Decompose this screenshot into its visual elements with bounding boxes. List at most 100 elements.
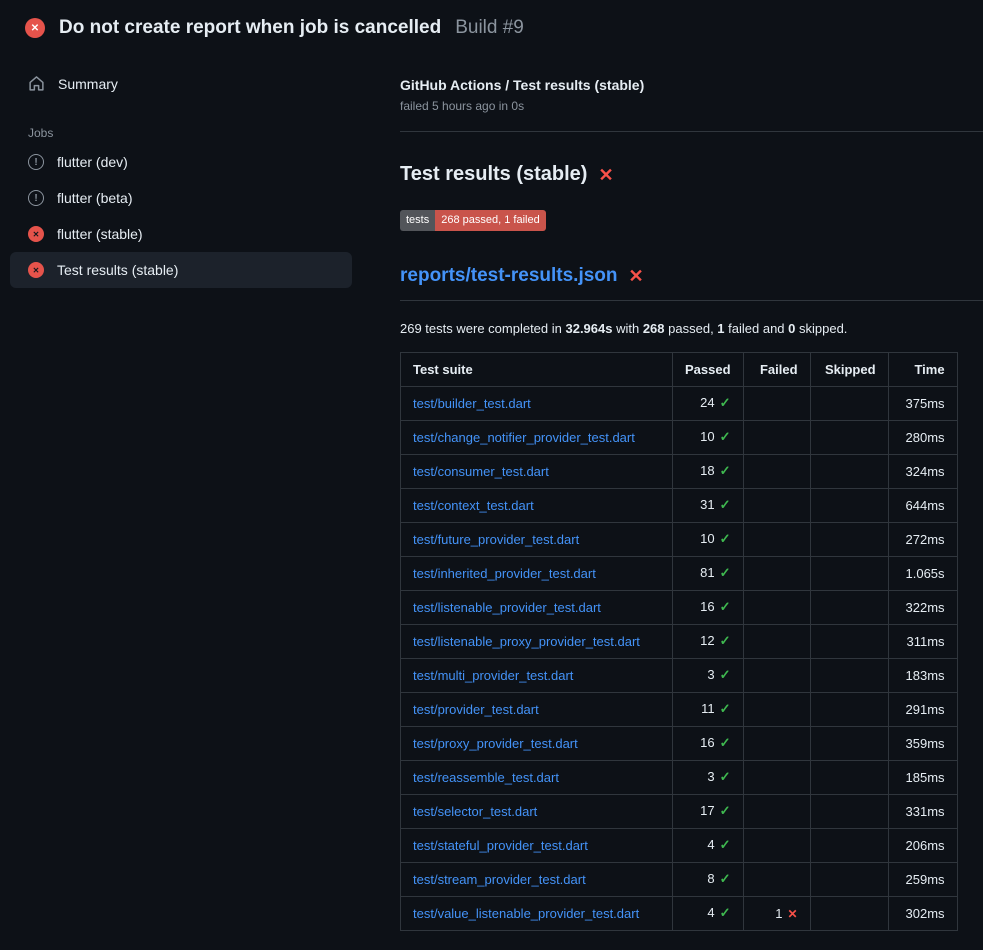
check-icon: ✓	[720, 463, 731, 478]
sidebar-item-summary[interactable]: Summary	[10, 65, 352, 102]
check-icon: ✓	[720, 429, 731, 444]
check-icon: ✓	[720, 565, 731, 580]
suite-link[interactable]: test/future_provider_test.dart	[413, 532, 579, 547]
exclamation-glyph: !	[34, 193, 37, 204]
passed-cell: 8✓	[673, 862, 744, 896]
time-cell: 322ms	[888, 590, 957, 624]
time-cell: 375ms	[888, 386, 957, 420]
jobs-heading: Jobs	[28, 126, 352, 140]
passed-count: 4	[707, 837, 714, 852]
passed-cell: 18 ✓	[673, 454, 744, 488]
sidebar-item-flutter-beta[interactable]: ! flutter (beta)	[10, 180, 352, 216]
check-icon: ✓	[720, 497, 731, 512]
passed-cell: 10✓	[673, 420, 744, 454]
suite-cell: test/provider_test.dart	[401, 692, 673, 726]
sidebar-item-flutter-stable[interactable]: ✕ flutter (stable)	[10, 216, 352, 252]
table-row: test/multi_provider_test.dart 3✓ 183ms	[401, 658, 958, 692]
check-icon: ✓	[720, 803, 731, 818]
divider	[400, 300, 983, 301]
skipped-cell	[810, 556, 888, 590]
skipped-cell	[810, 828, 888, 862]
table-row: test/stateful_provider_test.dart 4✓ 206m…	[401, 828, 958, 862]
suite-link[interactable]: test/consumer_test.dart	[413, 464, 549, 479]
suite-cell: test/proxy_provider_test.dart	[401, 726, 673, 760]
skipped-cell	[810, 726, 888, 760]
check-icon: ✓	[720, 769, 731, 784]
failed-cell	[743, 794, 810, 828]
summary-line: 269 tests were completed in 32.964s with…	[400, 321, 983, 336]
suite-link[interactable]: test/context_test.dart	[413, 498, 534, 513]
column-header-time: Time	[888, 352, 957, 386]
suite-link[interactable]: test/change_notifier_provider_test.dart	[413, 430, 635, 445]
suite-link[interactable]: test/listenable_provider_test.dart	[413, 600, 601, 615]
table-row: test/builder_test.dart 24✓ 375ms	[401, 386, 958, 420]
suite-link[interactable]: test/listenable_proxy_provider_test.dart	[413, 634, 640, 649]
failed-count: 1	[775, 906, 782, 921]
suite-cell: test/value_listenable_provider_test.dart	[401, 896, 673, 930]
time-cell: 291ms	[888, 692, 957, 726]
suite-link[interactable]: test/reassemble_test.dart	[413, 770, 559, 785]
suite-link[interactable]: test/selector_test.dart	[413, 804, 537, 819]
check-icon: ✓	[720, 599, 731, 614]
table-row: test/provider_test.dart 11 ✓ 291ms	[401, 692, 958, 726]
x-glyph: ✕	[33, 266, 40, 275]
suite-link[interactable]: test/provider_test.dart	[413, 702, 539, 717]
suite-link[interactable]: test/stream_provider_test.dart	[413, 872, 586, 887]
check-icon: ✓	[720, 871, 731, 886]
suite-cell: test/stream_provider_test.dart	[401, 862, 673, 896]
passed-count: 18	[700, 463, 714, 478]
passed-count: 8	[707, 871, 714, 886]
summary-passed-count: 268	[643, 321, 665, 336]
passed-cell: 17✓	[673, 794, 744, 828]
failed-cell	[743, 420, 810, 454]
table-row: test/context_test.dart 31✓ 644ms	[401, 488, 958, 522]
failed-x-icon: ✕	[598, 166, 613, 184]
home-icon	[28, 75, 45, 92]
time-cell: 1.065s	[888, 556, 957, 590]
check-icon: ✓	[720, 667, 731, 682]
section-title-text: Test results (stable)	[400, 163, 587, 186]
sidebar-item-label: Summary	[58, 76, 118, 92]
passed-cell: 81✓	[673, 556, 744, 590]
sidebar-item-label: flutter (stable)	[57, 226, 143, 242]
time-cell: 324ms	[888, 454, 957, 488]
sidebar: Summary Jobs ! flutter (dev) ! flutter (…	[0, 51, 360, 288]
suite-link[interactable]: test/proxy_provider_test.dart	[413, 736, 578, 751]
report-title: reports/test-results.json ✕	[400, 265, 983, 287]
suite-link[interactable]: test/multi_provider_test.dart	[413, 668, 573, 683]
suite-cell: test/future_provider_test.dart	[401, 522, 673, 556]
table-row: test/value_listenable_provider_test.dart…	[401, 896, 958, 930]
table-row: test/reassemble_test.dart 3✓ 185ms	[401, 760, 958, 794]
skipped-cell	[810, 624, 888, 658]
suite-link[interactable]: test/inherited_provider_test.dart	[413, 566, 596, 581]
suite-link[interactable]: test/value_listenable_provider_test.dart	[413, 906, 639, 921]
suite-cell: test/inherited_provider_test.dart	[401, 556, 673, 590]
failed-cell	[743, 454, 810, 488]
passed-cell: 16✓	[673, 726, 744, 760]
summary-text: 269 tests were completed in	[400, 321, 565, 336]
failed-cell	[743, 862, 810, 896]
sidebar-item-flutter-dev[interactable]: ! flutter (dev)	[10, 144, 352, 180]
suite-link[interactable]: test/builder_test.dart	[413, 396, 531, 411]
failed-cell	[743, 590, 810, 624]
skipped-cell	[810, 420, 888, 454]
suite-link[interactable]: test/stateful_provider_test.dart	[413, 838, 588, 853]
failed-cell	[743, 624, 810, 658]
build-failed-icon: ✕	[25, 18, 45, 38]
passed-count: 12	[700, 633, 714, 648]
check-icon: ✓	[720, 633, 731, 648]
passed-count: 3	[707, 667, 714, 682]
summary-failed-count: 1	[717, 321, 724, 336]
check-icon: ✓	[720, 701, 731, 716]
sidebar-item-test-results-stable[interactable]: ✕ Test results (stable)	[10, 252, 352, 288]
time-cell: 644ms	[888, 488, 957, 522]
failed-cell	[743, 386, 810, 420]
table-row: test/listenable_proxy_provider_test.dart…	[401, 624, 958, 658]
sidebar-item-label: Test results (stable)	[57, 262, 178, 278]
x-glyph: ✕	[33, 230, 40, 239]
passed-count: 11	[701, 701, 715, 716]
failed-cell	[743, 488, 810, 522]
report-link[interactable]: reports/test-results.json	[400, 265, 618, 287]
failed-cell: 1✕	[743, 896, 810, 930]
column-header-passed: Passed	[673, 352, 744, 386]
